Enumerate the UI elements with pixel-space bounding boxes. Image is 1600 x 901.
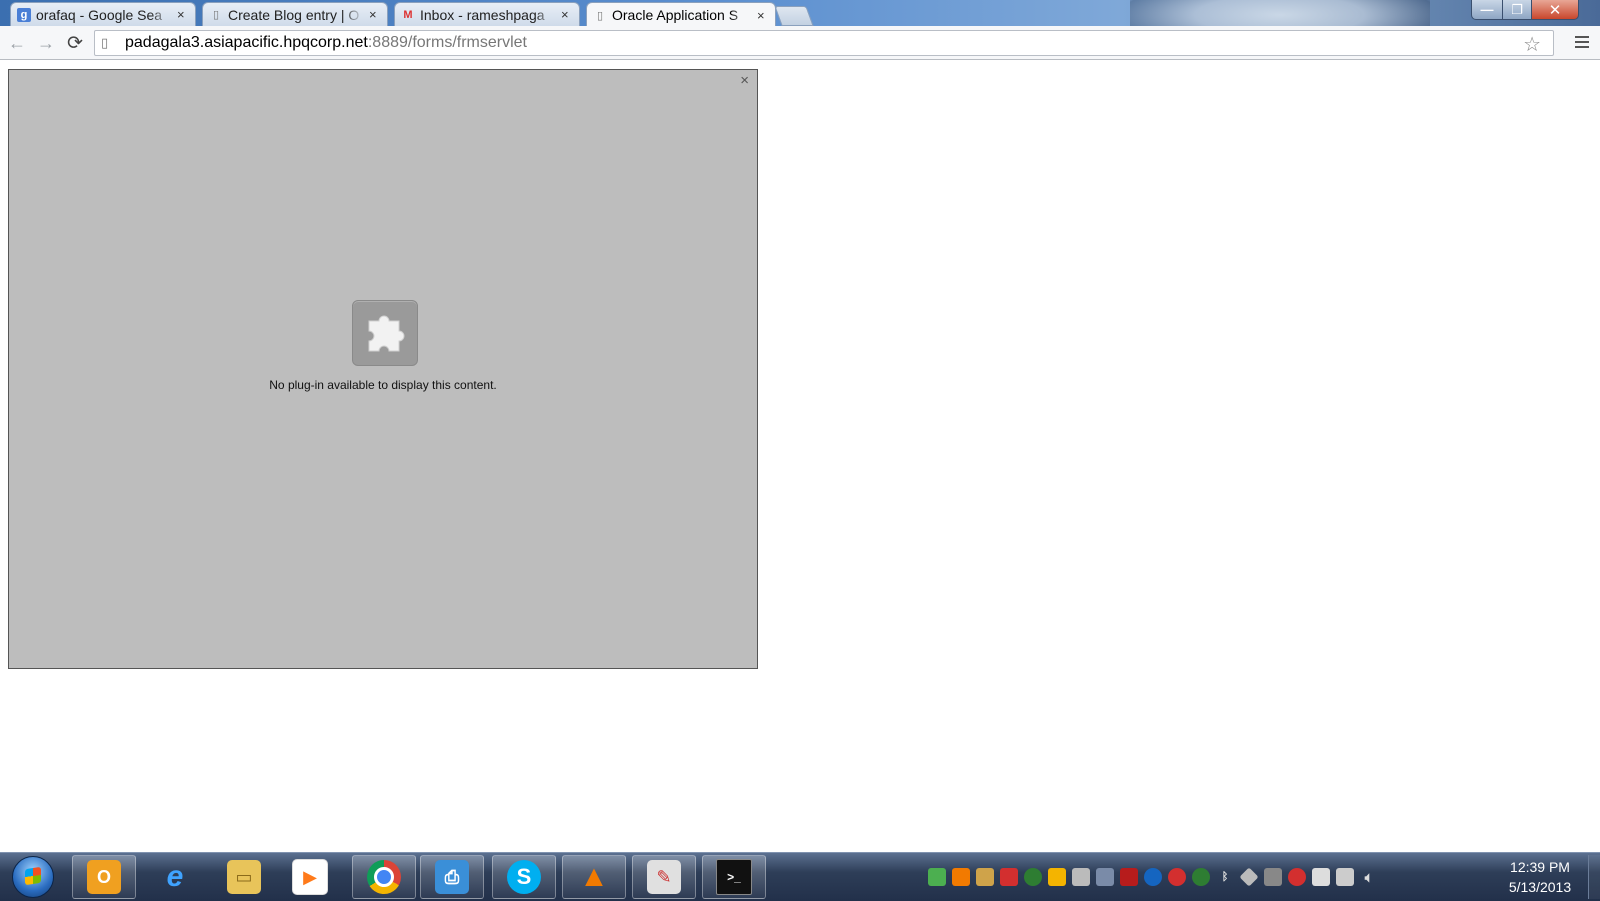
taskbar-vlc[interactable]: ▲ [562,855,626,899]
tab-oracle-application[interactable]: ▯ Oracle Application S × [586,2,776,26]
tray-vlc-icon[interactable] [952,868,970,886]
media-player-icon: ▶ [292,859,328,895]
tray-shield-icon[interactable] [1144,868,1162,886]
system-clock[interactable]: 12:39 PM 5/13/2013 [1500,857,1580,897]
tray-antivirus-icon[interactable] [1168,868,1186,886]
plugin-message: No plug-in available to display this con… [269,378,497,392]
tray-evernote-icon[interactable] [928,868,946,886]
start-button[interactable] [8,854,58,900]
tab-label: Oracle Application S [612,7,739,23]
reload-button[interactable]: ⟳ [63,31,87,55]
maximize-button[interactable]: ❐ [1502,0,1532,20]
paint-app-icon: ✎ [647,860,681,894]
skype-icon: S [507,860,541,894]
close-icon: ✕ [1548,1,1562,19]
maximize-icon: ❐ [1511,1,1523,17]
tab-label: orafaq - Google Sea [36,6,163,23]
close-window-button[interactable]: ✕ [1531,0,1579,20]
taskbar-remote-desktop[interactable]: ⎙ [420,855,484,899]
tab-close-icon[interactable]: × [561,7,573,22]
windows-logo-icon [12,856,54,898]
taskbar-skype[interactable]: S [492,855,556,899]
tray-display-icon[interactable] [1264,868,1282,886]
tray-network-icon[interactable] [1096,868,1114,886]
taskbar-command-prompt[interactable]: >_ [702,855,766,899]
browser-toolbar: ← → ⟳ ▯ padagala3.asiapacific.hpqcorp.ne… [0,26,1600,60]
back-arrow-icon: ← [8,32,26,53]
page-icon: ▯ [212,9,220,21]
tray-app-icon[interactable] [976,868,994,886]
tray-bluetooth-icon[interactable]: ᛒ [1216,868,1234,886]
tray-wired-network-icon[interactable] [1336,868,1354,886]
url-path: :8889/forms/frmservlet [367,34,527,51]
tab-close-icon[interactable]: × [757,8,769,23]
chrome-menu-icon[interactable] [1572,32,1592,52]
taskbar-chrome[interactable] [352,855,416,899]
tab-label: Create Blog entry | O [228,6,360,23]
page-icon: ▯ [596,9,604,22]
tray-flag-icon[interactable] [1072,868,1090,886]
vlc-icon: ▲ [579,860,609,893]
outlook-icon: O [87,860,121,894]
gmail-icon: M [403,8,413,21]
tray-volume-icon[interactable]: 🔈︎ [1360,868,1378,886]
tray-acrobat-icon[interactable] [1000,868,1018,886]
tab-close-icon[interactable]: × [369,7,381,22]
google-icon: g [17,7,31,22]
puzzle-piece-icon [352,300,418,366]
taskbar-media-player[interactable]: ▶ [278,855,342,899]
tray-outlook-icon[interactable] [1048,868,1066,886]
forward-arrow-icon: → [37,32,55,53]
tab-create-blog[interactable]: ▯ Create Blog entry | O × [202,2,388,26]
file-explorer-icon: ▭ [227,860,261,894]
minimize-icon: — [1480,2,1494,17]
tab-close-icon[interactable]: × [177,7,189,22]
chrome-icon [367,860,401,894]
tray-sync-icon[interactable] [1024,868,1042,886]
missing-plugin-placeholder: × No plug-in available to display this c… [8,69,758,669]
show-desktop-button[interactable] [1588,855,1600,899]
system-tray: ᛒ 🔈︎ [928,865,1378,889]
tray-diamond-icon[interactable] [1239,867,1259,887]
minimize-button[interactable]: — [1471,0,1503,20]
taskbar-outlook[interactable]: O [72,855,136,899]
clock-date: 5/13/2013 [1508,879,1572,895]
url-host: padagala3.asiapacific.hpqcorp.net [125,34,368,51]
title-bar: g orafaq - Google Sea × ▯ Create Blog en… [0,0,1600,26]
tray-battery-icon[interactable] [1312,868,1330,886]
reload-icon: ⟳ [67,32,83,54]
taskbar-file-explorer[interactable]: ▭ [212,855,276,899]
remote-desktop-icon: ⎙ [435,860,469,894]
back-button[interactable]: ← [5,31,29,55]
page-icon: ▯ [101,35,109,50]
tab-label: Inbox - rameshpaga [420,6,545,23]
tray-mcafee-icon[interactable] [1120,868,1138,886]
close-icon[interactable]: × [740,72,749,89]
tray-red-app-icon[interactable] [1288,868,1306,886]
desktop-wallpaper-glimpse [1130,0,1430,26]
clock-time: 12:39 PM [1510,859,1570,875]
tab-orafaq[interactable]: g orafaq - Google Sea × [10,2,196,26]
taskbar-paint-app[interactable]: ✎ [632,855,696,899]
internet-explorer-icon: e [166,860,184,893]
forward-button[interactable]: → [34,31,58,55]
tray-globe-icon[interactable] [1192,868,1210,886]
command-prompt-icon: >_ [716,859,752,895]
address-bar[interactable]: ▯ padagala3.asiapacific.hpqcorp.net:8889… [94,30,1554,56]
windows-taskbar: O e ▭ ▶ ⎙ S ▲ ✎ >_ ᛒ 🔈︎ 12:39 PM 5/13/20… [0,852,1600,901]
tab-inbox[interactable]: M Inbox - rameshpaga × [394,2,580,26]
bookmark-star-icon[interactable]: ☆ [1523,32,1541,57]
new-tab-button[interactable] [774,6,814,26]
taskbar-internet-explorer[interactable]: e [143,855,207,899]
